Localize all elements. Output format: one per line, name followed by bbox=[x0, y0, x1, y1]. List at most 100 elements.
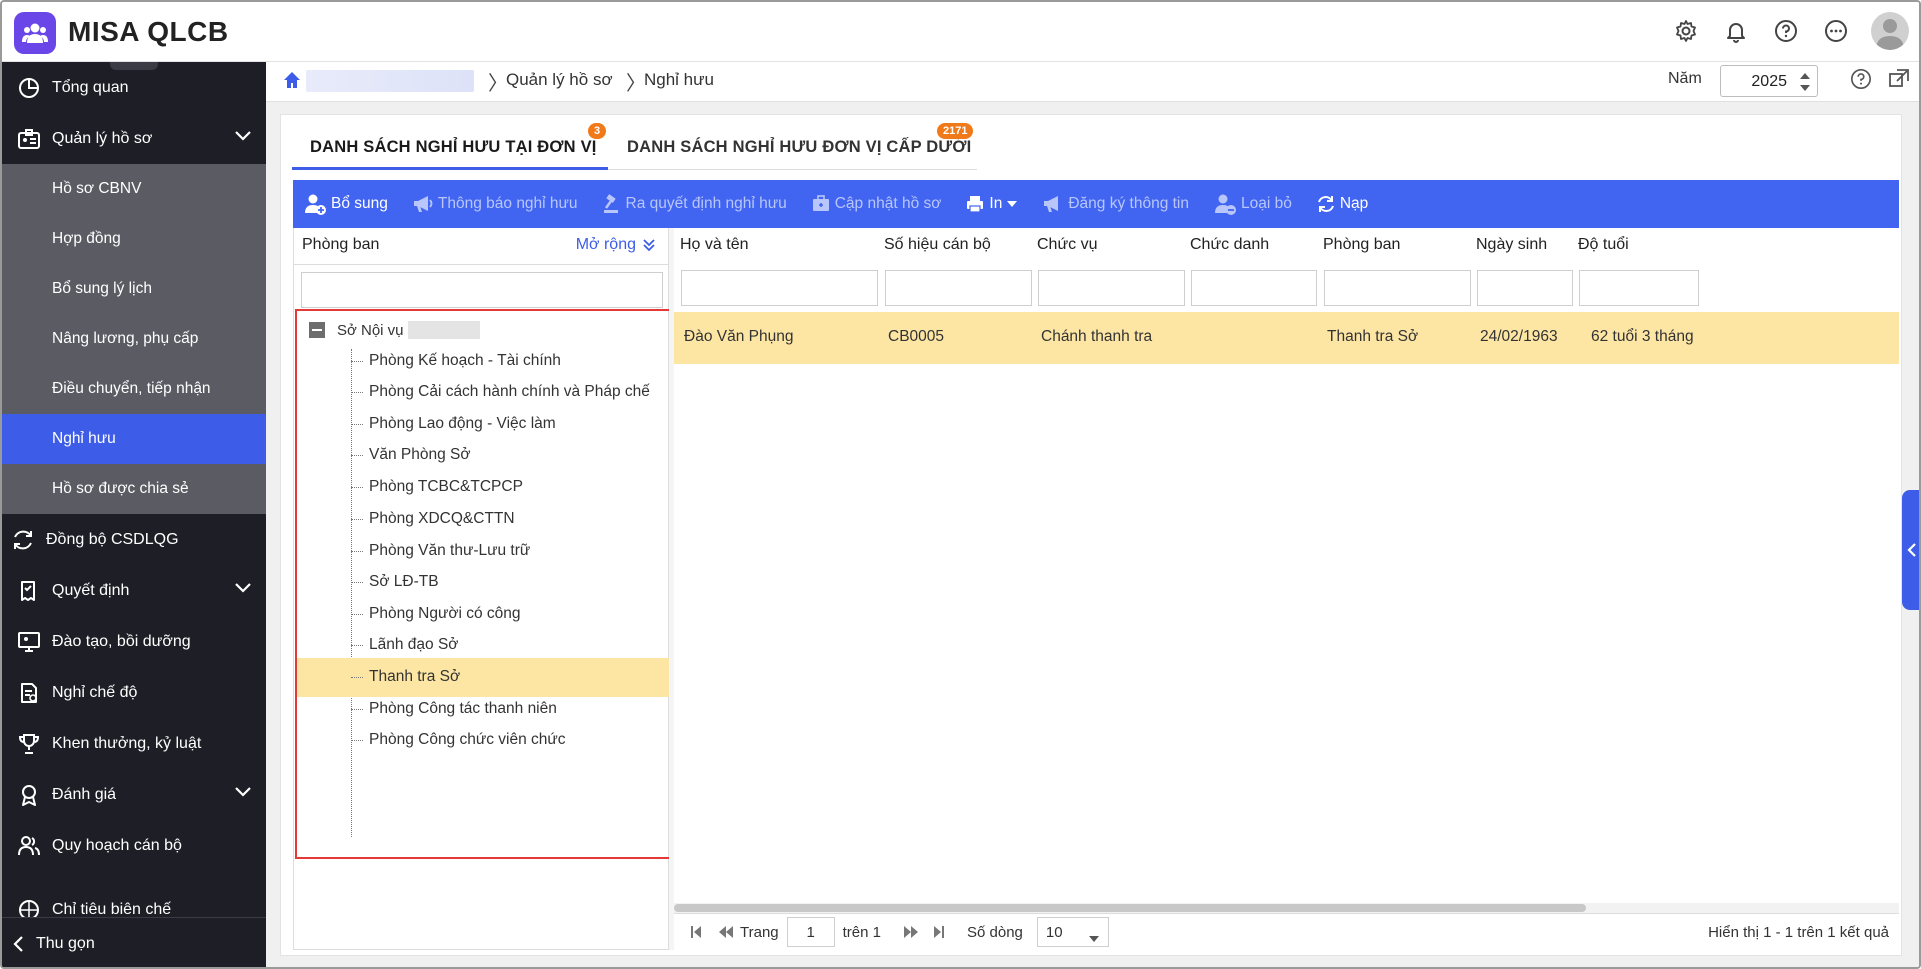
sidebar-item-training[interactable]: Đào tạo, bồi dưỡng bbox=[2, 616, 266, 667]
chevron-down-icon[interactable] bbox=[234, 785, 252, 803]
retirement-decision-button[interactable]: Ra quyết định nghỉ hưu bbox=[602, 194, 787, 214]
tab-label: DANH SÁCH NGHỈ HƯU ĐƠN VỊ CẤP DƯỚI bbox=[627, 138, 972, 156]
rows-per-page-select[interactable]: 10 bbox=[1036, 917, 1109, 947]
sidebar-item-decisions[interactable]: Quyết định bbox=[2, 565, 266, 616]
column-header[interactable]: Số hiệu cán bộ bbox=[884, 236, 991, 254]
sidebar-item-label: Quản lý hồ sơ bbox=[52, 129, 153, 147]
breadcrumb-redacted bbox=[306, 70, 474, 92]
print-button[interactable]: In bbox=[965, 194, 1018, 214]
sidebar-item-label: Tổng quan bbox=[52, 78, 129, 96]
reload-label: Nạp bbox=[1339, 195, 1369, 212]
tree-highlight-box: Sở Nội vụ Phòng Kế hoạch - Tài chính Phò… bbox=[295, 309, 674, 859]
remove-label: Loại bỏ bbox=[1241, 195, 1292, 212]
notify-retirement-button[interactable]: Thông báo nghỉ hưu bbox=[412, 194, 578, 214]
table-row[interactable]: Đào Văn Phụng CB0005 Chánh thanh tra Tha… bbox=[674, 312, 1899, 364]
retirement-table: Họ và tên Số hiệu cán bộ Chức vụ Chức da… bbox=[674, 228, 1899, 914]
spinner-icon[interactable] bbox=[1799, 70, 1811, 92]
sync-icon bbox=[8, 525, 38, 555]
popout-icon[interactable] bbox=[1888, 68, 1910, 94]
filter-position-input[interactable] bbox=[1038, 270, 1185, 306]
reload-button[interactable]: Nạp bbox=[1316, 194, 1368, 214]
prev-page-icon[interactable] bbox=[718, 925, 734, 939]
sidebar-item-label: Khen thưởng, kỷ luật bbox=[52, 734, 202, 752]
sidebar-subitem-shared-profiles[interactable]: Hồ sơ được chia sẻ bbox=[2, 464, 266, 514]
column-header[interactable]: Chức danh bbox=[1190, 236, 1269, 254]
cell-age: 62 tuổi 3 tháng bbox=[1591, 328, 1694, 345]
first-page-icon[interactable] bbox=[690, 925, 702, 939]
pager: Trang 1 trên 1 Số dòng 10 Hiển thị 1 - 1… bbox=[674, 913, 1899, 950]
toolbar: Bổ sung Thông báo nghỉ hưu Ra quyết định… bbox=[293, 180, 1899, 228]
result-summary: Hiển thị 1 - 1 trên 1 kết quả bbox=[1708, 924, 1889, 941]
tab-label: DANH SÁCH NGHỈ HƯU TẠI ĐƠN VỊ bbox=[310, 138, 597, 156]
sidebar-item-profile-management[interactable]: Quản lý hồ sơ bbox=[2, 113, 266, 164]
sidebar-item-overview[interactable]: Tổng quan bbox=[2, 62, 266, 113]
filter-dob-input[interactable] bbox=[1477, 270, 1573, 306]
sidebar-item-planning[interactable]: Quy hoạch cán bộ bbox=[2, 820, 266, 871]
horizontal-scrollbar[interactable] bbox=[674, 903, 1899, 913]
next-page-icon[interactable] bbox=[903, 925, 919, 939]
help-icon[interactable] bbox=[1771, 16, 1801, 46]
tab-retirement-in-unit[interactable]: DANH SÁCH NGHỈ HƯU TẠI ĐƠN VỊ bbox=[292, 132, 608, 170]
update-profile-button[interactable]: Cập nhật hồ sơ bbox=[811, 194, 941, 214]
sidebar-subitem-salary-allowance[interactable]: Nâng lương, phụ cấp bbox=[2, 314, 266, 364]
sidebar-subitem-contracts[interactable]: Hợp đồng bbox=[2, 214, 266, 264]
remove-button[interactable]: Loại bỏ bbox=[1213, 192, 1292, 216]
column-header[interactable]: Chức vụ bbox=[1037, 236, 1098, 254]
filter-age-input[interactable] bbox=[1579, 270, 1699, 306]
tab-retirement-subordinate[interactable]: DANH SÁCH NGHỈ HƯU ĐƠN VỊ CẤP DƯỚI bbox=[627, 132, 977, 170]
home-icon[interactable] bbox=[282, 70, 302, 94]
expand-label: Mở rộng bbox=[575, 236, 636, 253]
sidebar-item-sync[interactable]: Đồng bộ CSDLQG bbox=[2, 514, 266, 565]
collapse-icon[interactable] bbox=[309, 322, 325, 338]
more-icon[interactable] bbox=[1821, 16, 1851, 46]
filter-department-input[interactable] bbox=[1324, 270, 1471, 306]
double-chevron-down-icon bbox=[642, 238, 656, 252]
sidebar-item-label: Đánh giá bbox=[52, 785, 117, 803]
sidebar-item-rewards[interactable]: Khen thưởng, kỷ luật bbox=[2, 718, 266, 769]
gear-icon[interactable] bbox=[1671, 16, 1701, 46]
filter-name-input[interactable] bbox=[681, 270, 878, 306]
rows-per-page-value: 10 bbox=[1045, 923, 1063, 941]
last-page-icon[interactable] bbox=[933, 925, 945, 939]
department-tree-panel: Phòng ban Mở rộng Sở Nội vụ Phòng Kế hoạ… bbox=[293, 228, 674, 950]
tree-node[interactable]: Phòng Công chức viên chức bbox=[297, 721, 672, 760]
bell-icon[interactable] bbox=[1721, 16, 1751, 46]
add-button[interactable]: Bổ sung bbox=[303, 192, 388, 216]
sidebar-item-evaluation[interactable]: Đánh giá bbox=[2, 769, 266, 820]
expand-all-button[interactable]: Mở rộng bbox=[576, 236, 656, 254]
top-bar: MISA QLCB bbox=[2, 2, 1919, 62]
users-icon bbox=[14, 831, 44, 861]
scrollbar-thumb[interactable] bbox=[674, 904, 1586, 912]
sidebar-item-label: Đồng bộ CSDLQG bbox=[46, 530, 179, 548]
users-group-icon bbox=[22, 23, 48, 43]
right-panel-toggle[interactable] bbox=[1902, 490, 1919, 610]
sidebar-subitem-staff-profiles[interactable]: Hồ sơ CBNV bbox=[2, 164, 266, 214]
app-window: MISA QLCB Tổng quan Quản lý hồ sơ Hồ sơ … bbox=[0, 0, 1921, 969]
breadcrumb-item[interactable]: Quản lý hồ sơ bbox=[506, 70, 613, 90]
avatar[interactable] bbox=[1871, 12, 1909, 50]
chevron-down-icon[interactable] bbox=[234, 581, 252, 599]
app-logo[interactable] bbox=[14, 12, 56, 54]
pie-chart-icon bbox=[14, 73, 44, 103]
page-label: Trang bbox=[740, 923, 779, 941]
add-button-label: Bổ sung bbox=[331, 195, 388, 212]
filter-code-input[interactable] bbox=[885, 270, 1032, 306]
sidebar-subitem-transfer[interactable]: Điều chuyển, tiếp nhận bbox=[2, 364, 266, 414]
sidebar-subitem-supplement-resume[interactable]: Bổ sung lý lịch bbox=[2, 264, 266, 314]
chevron-down-icon[interactable] bbox=[234, 129, 252, 147]
filter-title-input[interactable] bbox=[1191, 270, 1317, 306]
column-header[interactable]: Độ tuổi bbox=[1578, 236, 1629, 254]
sidebar-collapse-button[interactable]: Thu gọn bbox=[2, 917, 266, 967]
sidebar-subitem-retirement[interactable]: Nghỉ hưu bbox=[2, 414, 266, 464]
tree-search-input[interactable] bbox=[301, 272, 663, 308]
column-header[interactable]: Ngày sinh bbox=[1476, 236, 1547, 254]
year-stepper[interactable]: 2025 bbox=[1720, 65, 1818, 97]
tree-root-node[interactable]: Sở Nội vụ bbox=[309, 321, 480, 339]
sidebar-item-leave[interactable]: Nghỉ chế độ bbox=[2, 667, 266, 718]
register-info-button[interactable]: Đăng ký thông tin bbox=[1042, 194, 1189, 214]
caret-down-icon bbox=[1006, 200, 1018, 208]
column-header[interactable]: Họ và tên bbox=[680, 236, 748, 254]
page-number-input[interactable]: 1 bbox=[786, 917, 835, 947]
help-icon[interactable] bbox=[1850, 68, 1872, 94]
column-header[interactable]: Phòng ban bbox=[1323, 236, 1400, 254]
